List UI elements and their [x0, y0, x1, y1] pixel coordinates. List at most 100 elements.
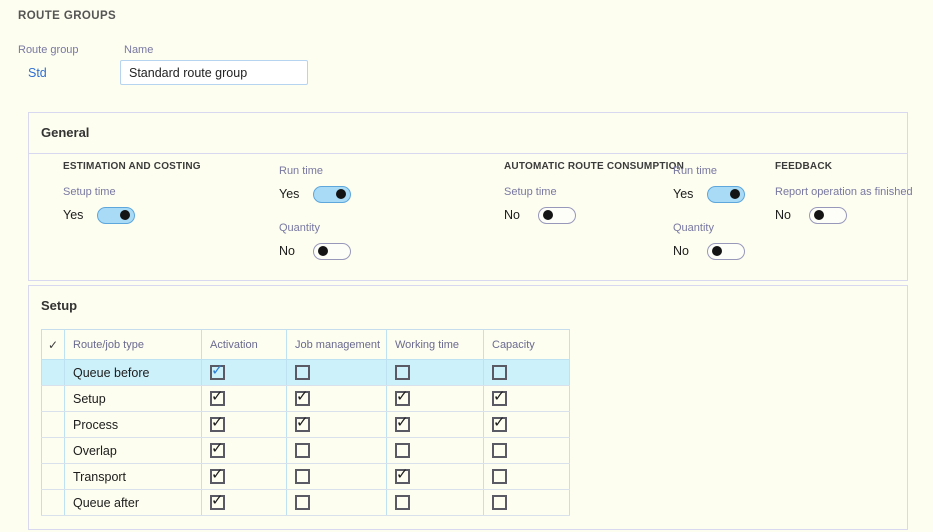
- run-time-est-toggle[interactable]: [313, 186, 351, 203]
- capacity-checkbox[interactable]: ✓: [492, 417, 507, 432]
- working-time-checkbox[interactable]: [395, 443, 410, 458]
- checkbox-cell: ✓: [202, 386, 287, 412]
- column-header-working-time[interactable]: Working time: [387, 330, 484, 360]
- row-selector-cell[interactable]: [42, 438, 65, 464]
- estimation-costing-column-2: Run time Yes Quantity No: [279, 165, 439, 261]
- job-management-checkbox[interactable]: [295, 469, 310, 484]
- field-report-operation-finished: Report operation as finished No: [775, 186, 933, 225]
- row-selector-cell[interactable]: [42, 360, 65, 386]
- checkbox-cell: ✓: [484, 386, 570, 412]
- activation-checkbox[interactable]: ✓: [210, 365, 225, 380]
- general-section-header[interactable]: General: [41, 113, 89, 153]
- auto-route-consumption-column-2: Run time Yes Quantity No: [673, 165, 783, 261]
- table-row[interactable]: Queue before ✓: [42, 360, 570, 386]
- row-selector-cell[interactable]: [42, 386, 65, 412]
- checkbox-cell: ✓: [202, 464, 287, 490]
- working-time-checkbox[interactable]: [395, 365, 410, 380]
- route-job-type-cell[interactable]: Process: [65, 412, 202, 438]
- quantity-consumption-toggle[interactable]: [707, 243, 745, 260]
- toggle-knob: [730, 189, 740, 199]
- job-management-checkbox[interactable]: [295, 443, 310, 458]
- checkbox-cell: ✓: [484, 412, 570, 438]
- check-icon: ✓: [211, 363, 224, 378]
- field-setup-time-consumption: Setup time No: [504, 186, 684, 225]
- route-job-type-cell[interactable]: Setup: [65, 386, 202, 412]
- field-label: Quantity: [279, 222, 439, 234]
- route-job-type-cell[interactable]: Queue before: [65, 360, 202, 386]
- check-icon: ✓: [493, 389, 506, 404]
- checkbox-cell: [484, 490, 570, 516]
- name-input[interactable]: [120, 60, 308, 85]
- working-time-checkbox[interactable]: ✓: [395, 391, 410, 406]
- toggle-value: Yes: [279, 187, 313, 201]
- working-time-checkbox[interactable]: [395, 495, 410, 510]
- field-quantity-est: Quantity No: [279, 222, 439, 261]
- setup-table-body: Queue before✓Setup✓✓✓✓Process✓✓✓✓Overlap…: [42, 360, 570, 516]
- auto-route-consumption-column: AUTOMATIC ROUTE CONSUMPTION Setup time N…: [504, 161, 684, 225]
- job-management-checkbox[interactable]: ✓: [295, 391, 310, 406]
- estimation-costing-column: ESTIMATION AND COSTING Setup time Yes: [63, 161, 263, 225]
- checkbox-cell: [287, 438, 387, 464]
- table-row[interactable]: Overlap ✓: [42, 438, 570, 464]
- row-selector-cell[interactable]: [42, 464, 65, 490]
- working-time-checkbox[interactable]: ✓: [395, 469, 410, 484]
- toggle-knob: [543, 210, 553, 220]
- column-header-activation[interactable]: Activation: [202, 330, 287, 360]
- row-selector-cell[interactable]: [42, 490, 65, 516]
- activation-checkbox[interactable]: ✓: [210, 443, 225, 458]
- check-icon: ✓: [296, 415, 309, 430]
- check-icon: ✓: [493, 415, 506, 430]
- route-group-value-link[interactable]: Std: [28, 66, 47, 80]
- setup-section-header[interactable]: Setup: [41, 286, 77, 326]
- activation-checkbox[interactable]: ✓: [210, 495, 225, 510]
- job-management-checkbox[interactable]: [295, 495, 310, 510]
- table-row[interactable]: Transport ✓ ✓: [42, 464, 570, 490]
- run-time-consumption-toggle[interactable]: [707, 186, 745, 203]
- check-icon: ✓: [211, 493, 224, 508]
- table-row[interactable]: Setup ✓ ✓ ✓ ✓: [42, 386, 570, 412]
- setup-time-consumption-toggle[interactable]: [538, 207, 576, 224]
- activation-checkbox[interactable]: ✓: [210, 417, 225, 432]
- capacity-checkbox[interactable]: [492, 495, 507, 510]
- field-label: Setup time: [504, 186, 684, 198]
- working-time-checkbox[interactable]: ✓: [395, 417, 410, 432]
- capacity-checkbox[interactable]: [492, 469, 507, 484]
- select-all-icon[interactable]: ✓: [42, 330, 65, 360]
- checkbox-cell: [484, 464, 570, 490]
- setup-time-est-toggle[interactable]: [97, 207, 135, 224]
- column-header-capacity[interactable]: Capacity: [484, 330, 570, 360]
- toggle-value: No: [673, 244, 707, 258]
- group-title-feedback: FEEDBACK: [775, 161, 933, 172]
- activation-checkbox[interactable]: ✓: [210, 469, 225, 484]
- activation-checkbox[interactable]: ✓: [210, 391, 225, 406]
- column-header-route-job-type[interactable]: Route/job type: [65, 330, 202, 360]
- job-management-checkbox[interactable]: [295, 365, 310, 380]
- field-quantity-consumption: Quantity No: [673, 222, 783, 261]
- capacity-checkbox[interactable]: [492, 443, 507, 458]
- general-divider: [29, 153, 907, 154]
- capacity-checkbox[interactable]: ✓: [492, 391, 507, 406]
- table-header-row: ✓ Route/job type Activation Job manageme…: [42, 330, 570, 360]
- check-icon: ✓: [211, 441, 224, 456]
- job-management-checkbox[interactable]: ✓: [295, 417, 310, 432]
- column-header-job-management[interactable]: Job management: [287, 330, 387, 360]
- route-job-type-cell[interactable]: Queue after: [65, 490, 202, 516]
- route-job-type-cell[interactable]: Overlap: [65, 438, 202, 464]
- report-operation-finished-toggle[interactable]: [809, 207, 847, 224]
- field-label: Setup time: [63, 186, 263, 198]
- check-icon: ✓: [396, 467, 409, 482]
- feedback-column: FEEDBACK Report operation as finished No: [775, 161, 933, 225]
- table-row[interactable]: Queue after ✓: [42, 490, 570, 516]
- toggle-knob: [120, 210, 130, 220]
- name-field-label: Name: [124, 44, 153, 56]
- route-job-type-cell[interactable]: Transport: [65, 464, 202, 490]
- field-label: Run time: [673, 165, 783, 177]
- setup-table: ✓ Route/job type Activation Job manageme…: [41, 329, 570, 516]
- page-title: ROUTE GROUPS: [18, 10, 116, 22]
- table-row[interactable]: Process ✓ ✓ ✓ ✓: [42, 412, 570, 438]
- capacity-checkbox[interactable]: [492, 365, 507, 380]
- row-selector-cell[interactable]: [42, 412, 65, 438]
- toggle-value: No: [775, 208, 809, 222]
- check-icon: ✓: [211, 467, 224, 482]
- quantity-est-toggle[interactable]: [313, 243, 351, 260]
